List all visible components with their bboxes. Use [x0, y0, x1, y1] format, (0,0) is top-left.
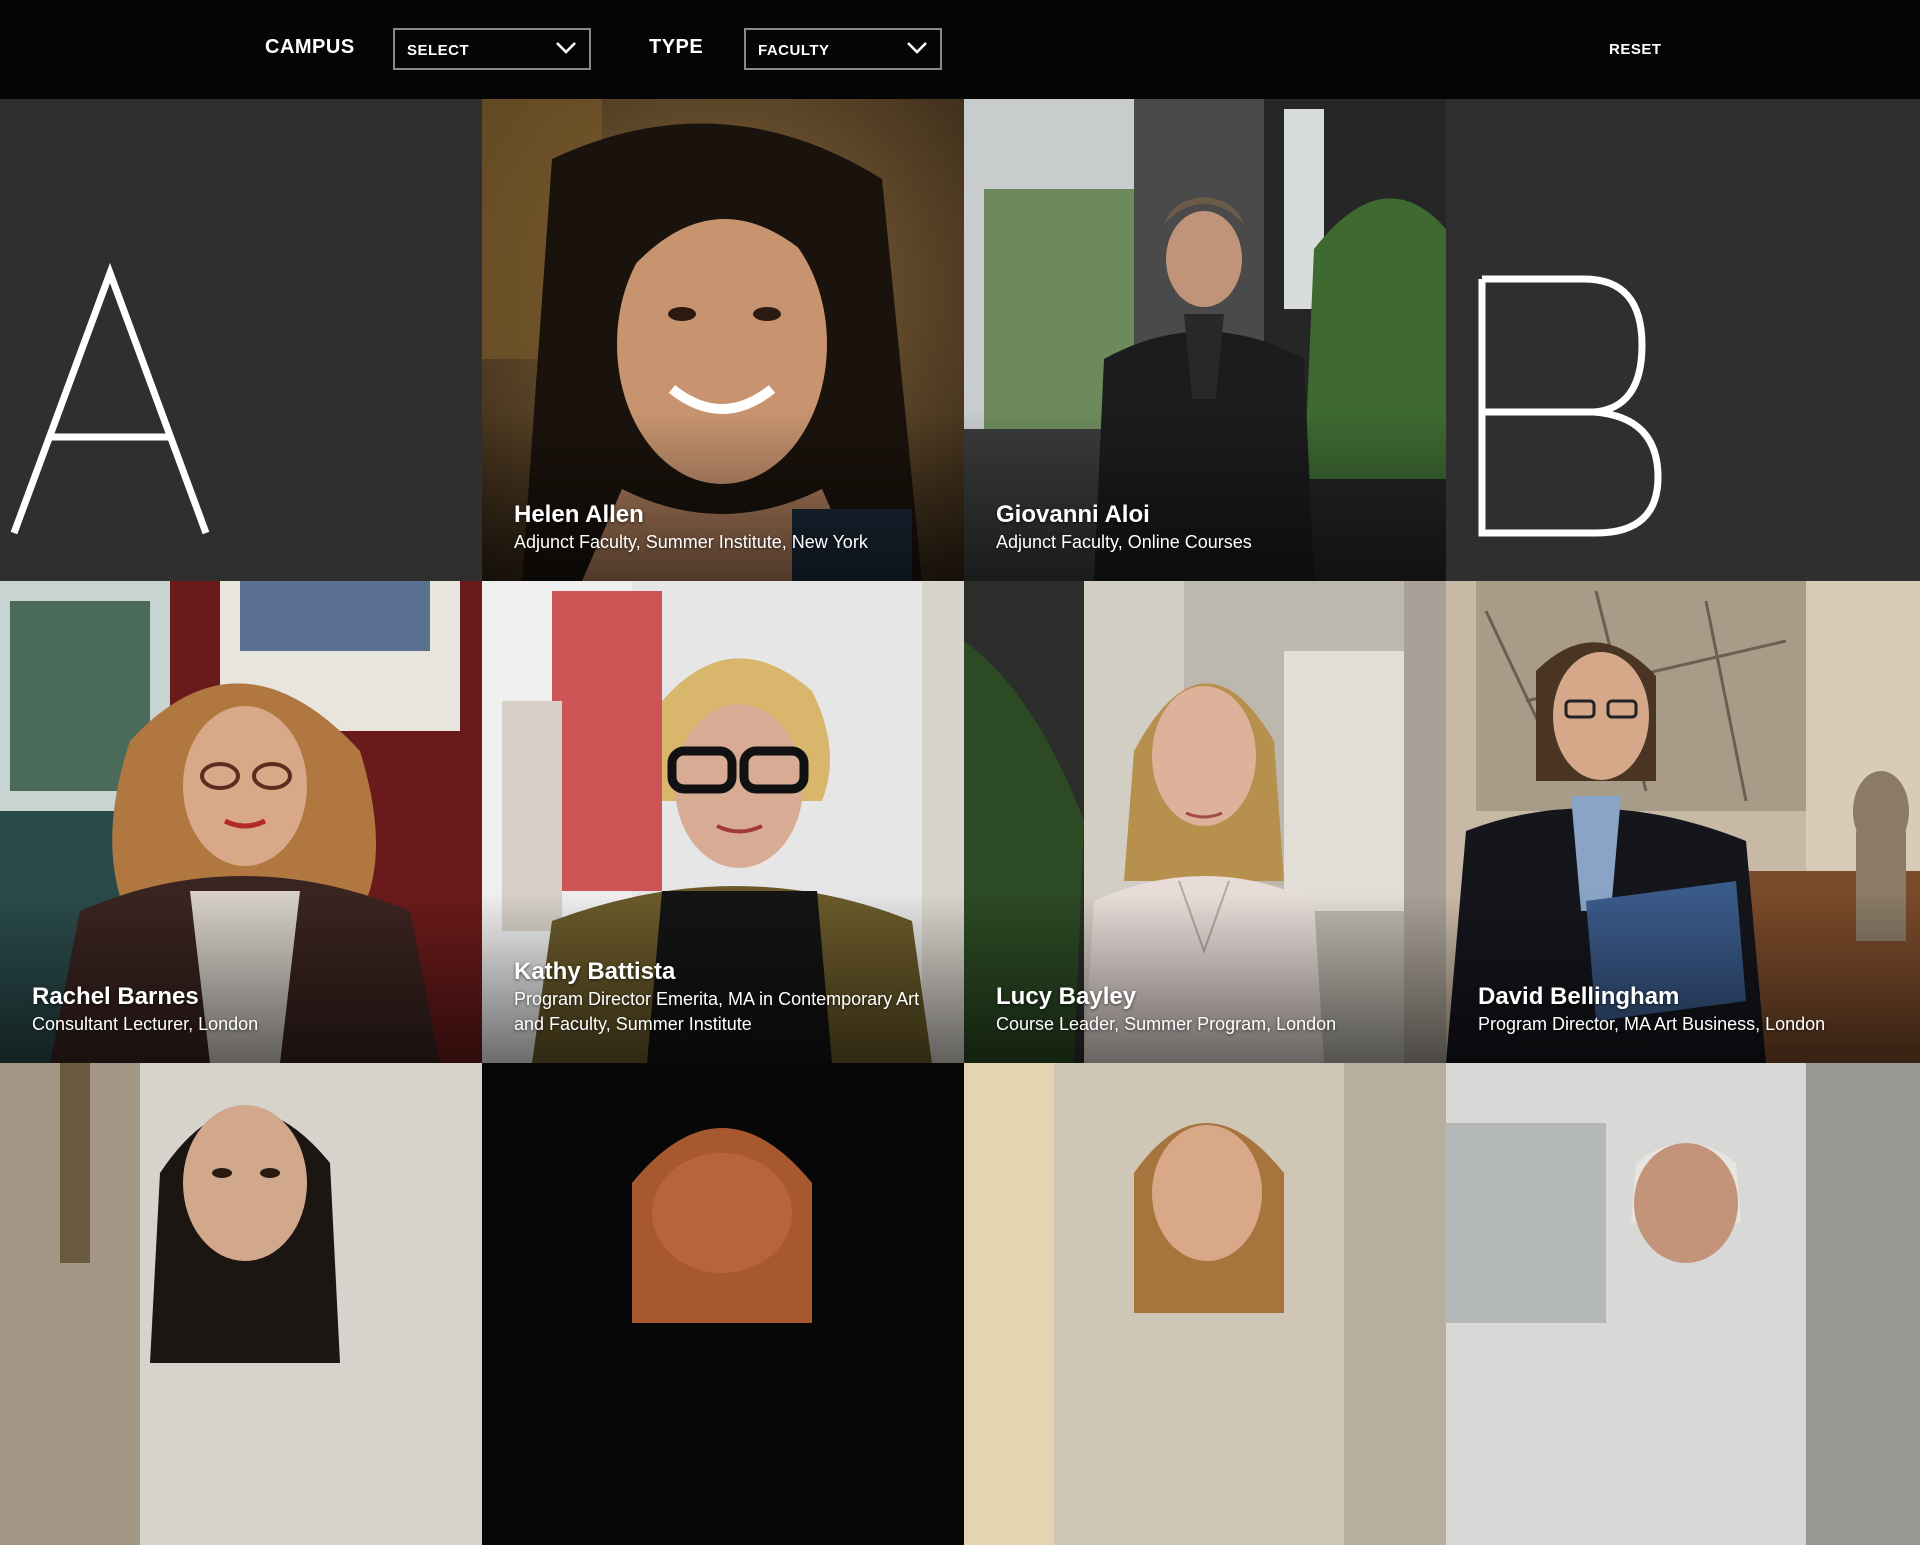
type-label: TYPE	[649, 36, 704, 58]
faculty-role: Course Leader, Summer Program, London	[996, 1014, 1337, 1034]
faculty-card[interactable]: Kathy Battista Program Director Emerita,…	[482, 581, 964, 1063]
faculty-info: Lucy Bayley Course Leader, Summer Progra…	[996, 983, 1428, 1037]
faculty-role: Program Director Emerita, MA in Contempo…	[514, 989, 920, 1034]
faculty-photo	[964, 1063, 1446, 1545]
letter-a-glyph	[10, 262, 210, 535]
letter-divider-b	[1446, 99, 1920, 581]
letter-b-glyph	[1478, 275, 1662, 537]
faculty-card[interactable]	[964, 1063, 1446, 1545]
faculty-info: Giovanni Aloi Adjunct Faculty, Online Co…	[996, 501, 1428, 555]
faculty-card[interactable]: Rachel Barnes Consultant Lecturer, Londo…	[0, 581, 482, 1063]
chevron-down-icon	[556, 42, 576, 54]
faculty-info: David Bellingham Program Director, MA Ar…	[1478, 983, 1910, 1037]
caption-gradient	[0, 893, 482, 1063]
faculty-card[interactable]	[1446, 1063, 1920, 1545]
faculty-name: Giovanni Aloi	[996, 501, 1150, 528]
faculty-card[interactable]: David Bellingham Program Director, MA Ar…	[1446, 581, 1920, 1063]
chevron-down-icon	[907, 42, 927, 54]
faculty-role: Consultant Lecturer, London	[32, 1014, 259, 1034]
faculty-name: Helen Allen	[514, 501, 644, 528]
letter-divider-a	[0, 99, 482, 581]
faculty-role: Program Director, MA Art Business, Londo…	[1478, 1014, 1826, 1034]
caption-gradient	[482, 411, 964, 581]
faculty-name: David Bellingham	[1478, 983, 1680, 1010]
faculty-name: Rachel Barnes	[32, 983, 199, 1010]
faculty-photo	[482, 1063, 964, 1545]
faculty-card[interactable]	[0, 1063, 482, 1545]
faculty-card[interactable]	[482, 1063, 964, 1545]
faculty-photo	[1446, 1063, 1920, 1545]
faculty-photo	[0, 1063, 482, 1545]
type-select[interactable]: FACULTY	[744, 28, 942, 70]
type-select-value: FACULTY	[758, 42, 830, 59]
campus-select[interactable]: SELECT	[393, 28, 591, 70]
faculty-info: Kathy Battista Program Director Emerita,…	[514, 958, 946, 1037]
faculty-name: Lucy Bayley	[996, 983, 1137, 1010]
caption-gradient	[964, 411, 1446, 581]
faculty-grid: Helen Allen Adjunct Faculty, Summer Inst…	[0, 99, 1920, 1545]
caption-gradient	[964, 893, 1446, 1063]
faculty-role: Adjunct Faculty, Online Courses	[996, 532, 1252, 552]
reset-button[interactable]: RESET	[1609, 41, 1662, 58]
faculty-role: Adjunct Faculty, Summer Institute, New Y…	[514, 532, 868, 552]
faculty-name: Kathy Battista	[514, 958, 676, 985]
campus-select-value: SELECT	[407, 42, 470, 59]
faculty-card[interactable]: Helen Allen Adjunct Faculty, Summer Inst…	[482, 99, 964, 581]
faculty-info: Rachel Barnes Consultant Lecturer, Londo…	[32, 983, 464, 1037]
campus-label: CAMPUS	[265, 36, 355, 58]
faculty-card[interactable]: Giovanni Aloi Adjunct Faculty, Online Co…	[964, 99, 1446, 581]
filter-bar: CAMPUS SELECT TYPE FACULTY RESET	[0, 0, 1920, 99]
faculty-card[interactable]: Lucy Bayley Course Leader, Summer Progra…	[964, 581, 1446, 1063]
caption-gradient	[1446, 893, 1920, 1063]
faculty-info: Helen Allen Adjunct Faculty, Summer Inst…	[514, 501, 946, 555]
